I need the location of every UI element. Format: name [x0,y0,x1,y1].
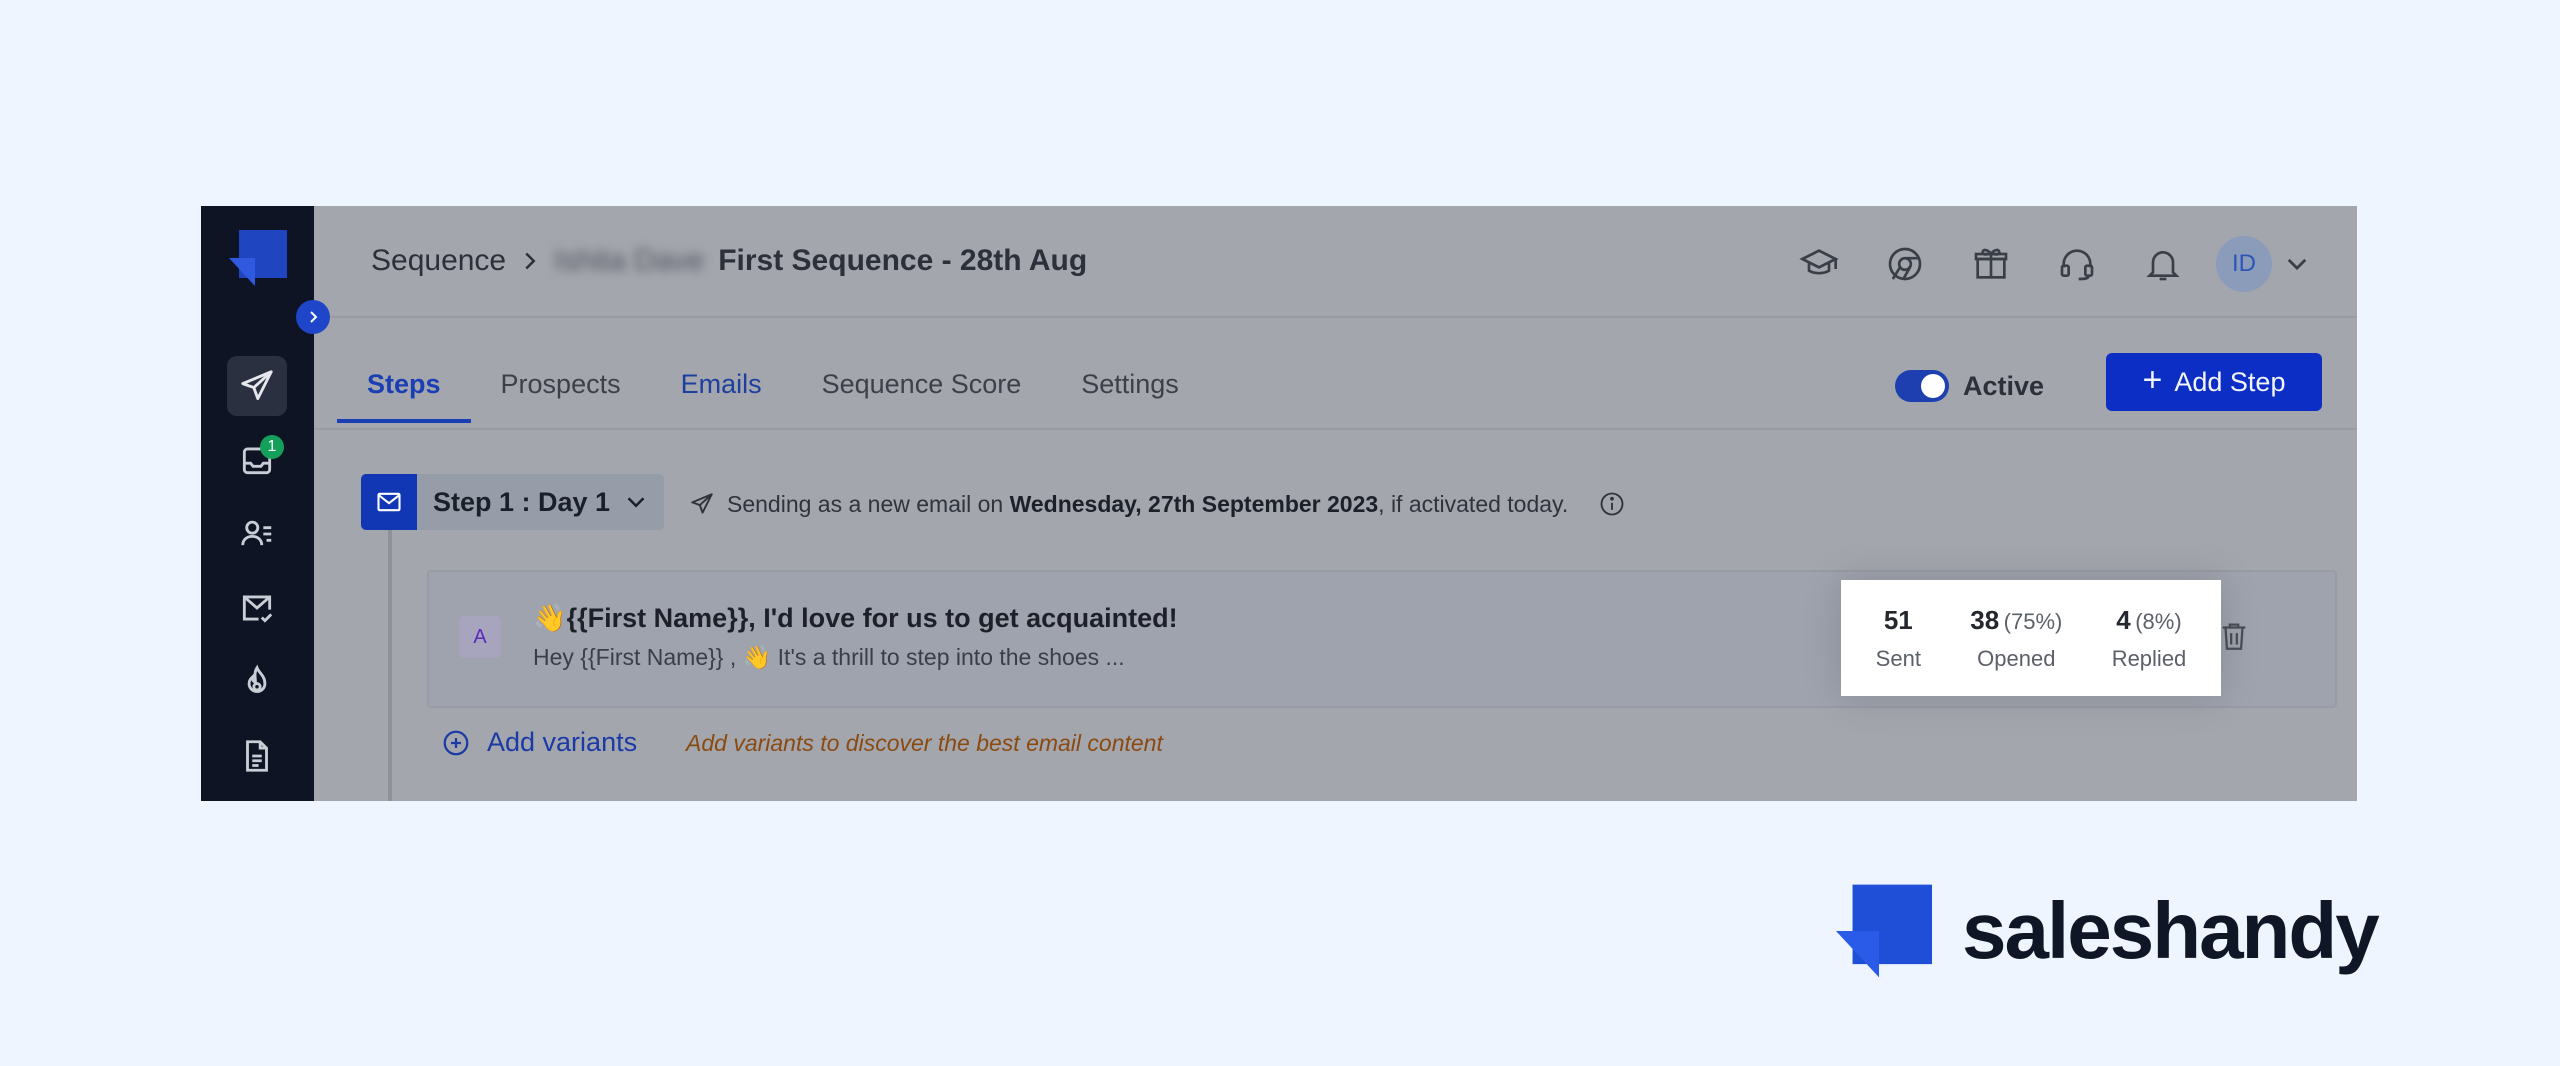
top-header: Sequence Ishita Dave First Sequence - 28… [314,206,2357,318]
info-icon[interactable] [1598,490,1626,518]
opened-percent: (75%) [2003,608,2063,634]
email-preview: Hey {{First Name}} , 👋 It's a thrill to … [533,644,1125,670]
chevron-right-icon [310,311,318,323]
plus-circle-icon [443,730,469,755]
opened-count: 38 [1970,604,2000,635]
stat-replied: 4 (8%) Replied [2112,605,2187,672]
trash-icon [2222,623,2246,650]
active-toggle[interactable] [1895,370,1949,402]
chevron-right-icon [525,252,536,270]
mail-check-icon [242,595,273,623]
variant-badge: A [459,616,501,658]
schedule-text: Sending as a new email on Wednesday, 27t… [727,491,1568,518]
saleshandy-logo-icon [1836,884,1932,978]
tabs-divider [314,428,2357,430]
sidebar-item-sequences[interactable] [227,356,287,416]
sidebar: 1 [201,206,314,801]
step-type-email [361,474,417,530]
delete-variant-button[interactable] [2217,618,2251,659]
chevron-down-icon [2287,258,2307,271]
referral-button[interactable] [1948,239,2034,289]
active-toggle-label: Active [1963,370,2045,401]
paper-plane-icon [691,493,713,514]
chevron-down-icon [627,497,645,508]
tab-prospects[interactable]: Prospects [471,366,651,418]
add-variants-button[interactable]: Add variants [441,727,637,758]
stat-sent: 51 Sent [1876,605,1921,672]
academy-button[interactable] [1776,239,1862,289]
brand-lockup: saleshandy [1836,884,2380,978]
add-step-label: Add Step [2174,366,2286,397]
saleshandy-logo-icon[interactable] [229,230,287,286]
sidebar-expand-button[interactable] [296,300,330,334]
sidebar-item-email-accounts[interactable] [227,578,287,638]
email-stats-panel: 51 Sent 38 (75%) Opened 4 (8%) Replied [1841,580,2221,696]
sidebar-item-inbox[interactable]: 1 [227,430,287,490]
account-menu-toggle[interactable] [2272,253,2322,275]
envelope-icon [377,492,401,512]
add-step-button[interactable]: + Add Step [2106,353,2322,411]
sent-label: Sent [1875,645,1921,671]
chrome-icon [1888,247,1922,281]
support-button[interactable] [2034,239,2120,289]
tab-settings[interactable]: Settings [1051,366,1209,418]
graduation-cap-icon [1799,249,1839,275]
step-selector[interactable]: Step 1 : Day 1 [361,474,665,530]
paper-plane-icon [241,370,273,401]
plus-icon: + [2142,361,2163,399]
headset-icon [2060,249,2094,281]
step-dropdown[interactable] [626,492,664,512]
step-label: Step 1 : Day 1 [433,486,611,517]
document-icon [246,740,268,772]
brand-name: saleshandy [1962,886,2380,975]
header-actions: ID [1776,236,2322,292]
sent-count: 51 [1883,604,1913,635]
add-variants-label: Add variants [487,727,638,757]
replied-percent: (8%) [2135,608,2182,634]
step-schedule-info: Sending as a new email on Wednesday, 27t… [689,490,1626,518]
stat-opened: 38 (75%) Opened [1970,605,2062,672]
step-timeline-line [388,530,392,801]
replied-count: 4 [2116,604,2131,635]
gift-icon [1974,248,2008,279]
breadcrumb: Sequence Ishita Dave First Sequence - 28… [371,244,1087,278]
inbox-badge: 1 [260,435,284,459]
sequence-tabs: Steps Prospects Emails Sequence Score Se… [337,366,1209,423]
schedule-prefix: Sending as a new email on [727,490,1010,517]
breadcrumb-root[interactable]: Sequence [371,244,506,278]
sidebar-item-warmup[interactable] [227,652,287,712]
opened-label: Opened [1977,645,2056,671]
flame-icon [247,664,267,693]
breadcrumb-owner: Ishita Dave [554,244,705,277]
replied-label: Replied [2111,645,2187,671]
chrome-extension-button[interactable] [1862,239,1948,289]
bell-icon [2146,251,2180,281]
tab-emails[interactable]: Emails [651,366,792,418]
sidebar-item-prospects[interactable] [227,504,287,564]
status-toggle-group: Active [1895,370,2044,402]
sidebar-item-templates[interactable] [227,726,287,786]
add-variants-hint: Add variants to discover the best email … [686,730,1163,756]
avatar[interactable]: ID [2216,236,2272,292]
tab-sequence-score[interactable]: Sequence Score [792,366,1052,418]
sequence-title[interactable]: First Sequence - 28th Aug [718,244,1087,278]
notifications-button[interactable] [2120,239,2206,289]
app-window: 1 Sequence Ishita Dave First Sequence - … [201,206,2357,801]
schedule-date: Wednesday, 27th September 2023 [1009,490,1379,517]
schedule-suffix: , if activated today. [1378,490,1569,517]
email-subject[interactable]: 👋{{First Name}}, I'd love for us to get … [533,602,1178,634]
tab-steps[interactable]: Steps [337,366,471,423]
users-list-icon [241,520,272,546]
